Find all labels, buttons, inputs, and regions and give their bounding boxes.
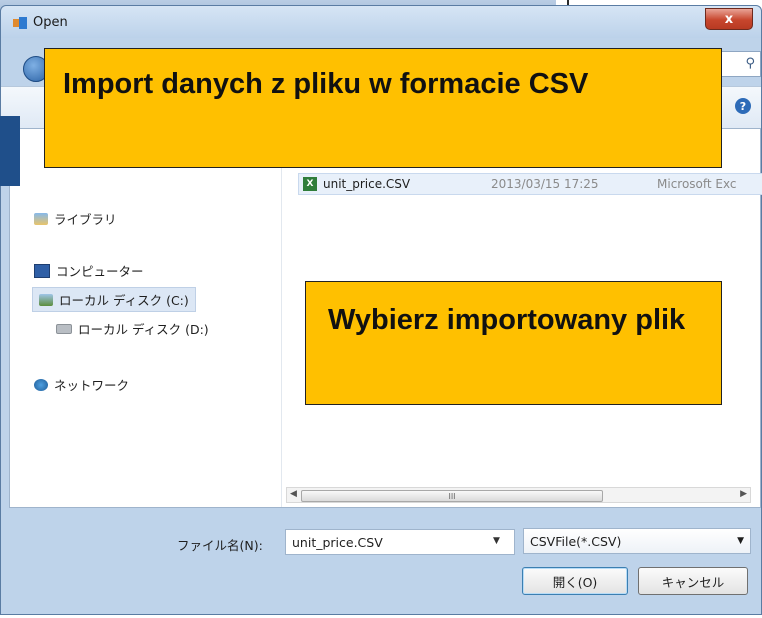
file-list-item[interactable]: X unit_price.CSV 2013/03/15 17:25 Micros… xyxy=(298,173,762,195)
scrollbar-thumb[interactable]: III xyxy=(301,490,603,502)
network-icon xyxy=(34,378,48,391)
nav-item-label: ローカル ディスク (C:) xyxy=(59,293,189,308)
nav-item-label: コンピューター xyxy=(56,264,144,279)
computer-icon xyxy=(34,263,50,278)
search-icon[interactable]: ⚲ xyxy=(745,56,755,71)
nav-item-disk-d[interactable]: ローカル ディスク (D:) xyxy=(56,319,209,338)
cancel-button[interactable]: キャンセル xyxy=(638,567,748,595)
search-box[interactable] xyxy=(721,51,761,77)
scroll-right-icon[interactable]: ▶ xyxy=(740,489,747,499)
disk-c-icon xyxy=(39,293,53,306)
file-name: unit_price.CSV xyxy=(323,177,411,191)
file-date: 2013/03/15 17:25 xyxy=(491,177,599,191)
chevron-down-icon: ▼ xyxy=(737,536,744,546)
callout-import-title: Import danych z pliku w formacie CSV xyxy=(44,48,722,168)
close-button[interactable]: x xyxy=(705,8,753,30)
nav-item-label: ライブラリ xyxy=(54,212,117,227)
file-type-select-value: CSVFile(*.CSV) xyxy=(530,534,622,549)
nav-item-network[interactable]: ネットワーク xyxy=(34,375,129,394)
filename-label: ファイル名(N): xyxy=(177,538,263,553)
title-bar: Open x xyxy=(1,6,761,38)
window-title: Open xyxy=(33,15,68,30)
callout-pick-file: Wybierz importowany plik xyxy=(305,281,722,405)
chevron-down-icon[interactable]: ▼ xyxy=(493,536,500,546)
file-type: Microsoft Exc xyxy=(657,177,737,191)
file-type-select[interactable]: CSVFile(*.CSV) ▼ xyxy=(523,528,751,554)
horizontal-scrollbar[interactable]: ◀ III ▶ xyxy=(286,487,751,503)
disk-d-icon xyxy=(56,323,72,334)
nav-item-library[interactable]: ライブラリ xyxy=(34,209,117,228)
nav-item-label: ローカル ディスク (D:) xyxy=(78,322,209,337)
filename-input[interactable] xyxy=(285,529,515,555)
nav-item-disk-c[interactable]: ローカル ディスク (C:) xyxy=(32,287,196,312)
library-icon xyxy=(34,212,48,225)
nav-item-label: ネットワーク xyxy=(54,378,130,393)
open-button[interactable]: 開く(O) xyxy=(522,567,628,595)
background-window-strip xyxy=(0,116,20,186)
excel-file-icon: X xyxy=(303,177,317,191)
scrollbar-grip: III xyxy=(448,491,456,501)
window-app-icon xyxy=(13,17,27,29)
scroll-left-icon[interactable]: ◀ xyxy=(290,489,297,499)
help-icon[interactable]: ? xyxy=(735,98,751,114)
navigation-pane: ライブラリ コンピューター ローカル ディスク (C:) ローカル ディスク (… xyxy=(10,129,282,507)
nav-item-computer[interactable]: コンピューター xyxy=(34,261,144,280)
